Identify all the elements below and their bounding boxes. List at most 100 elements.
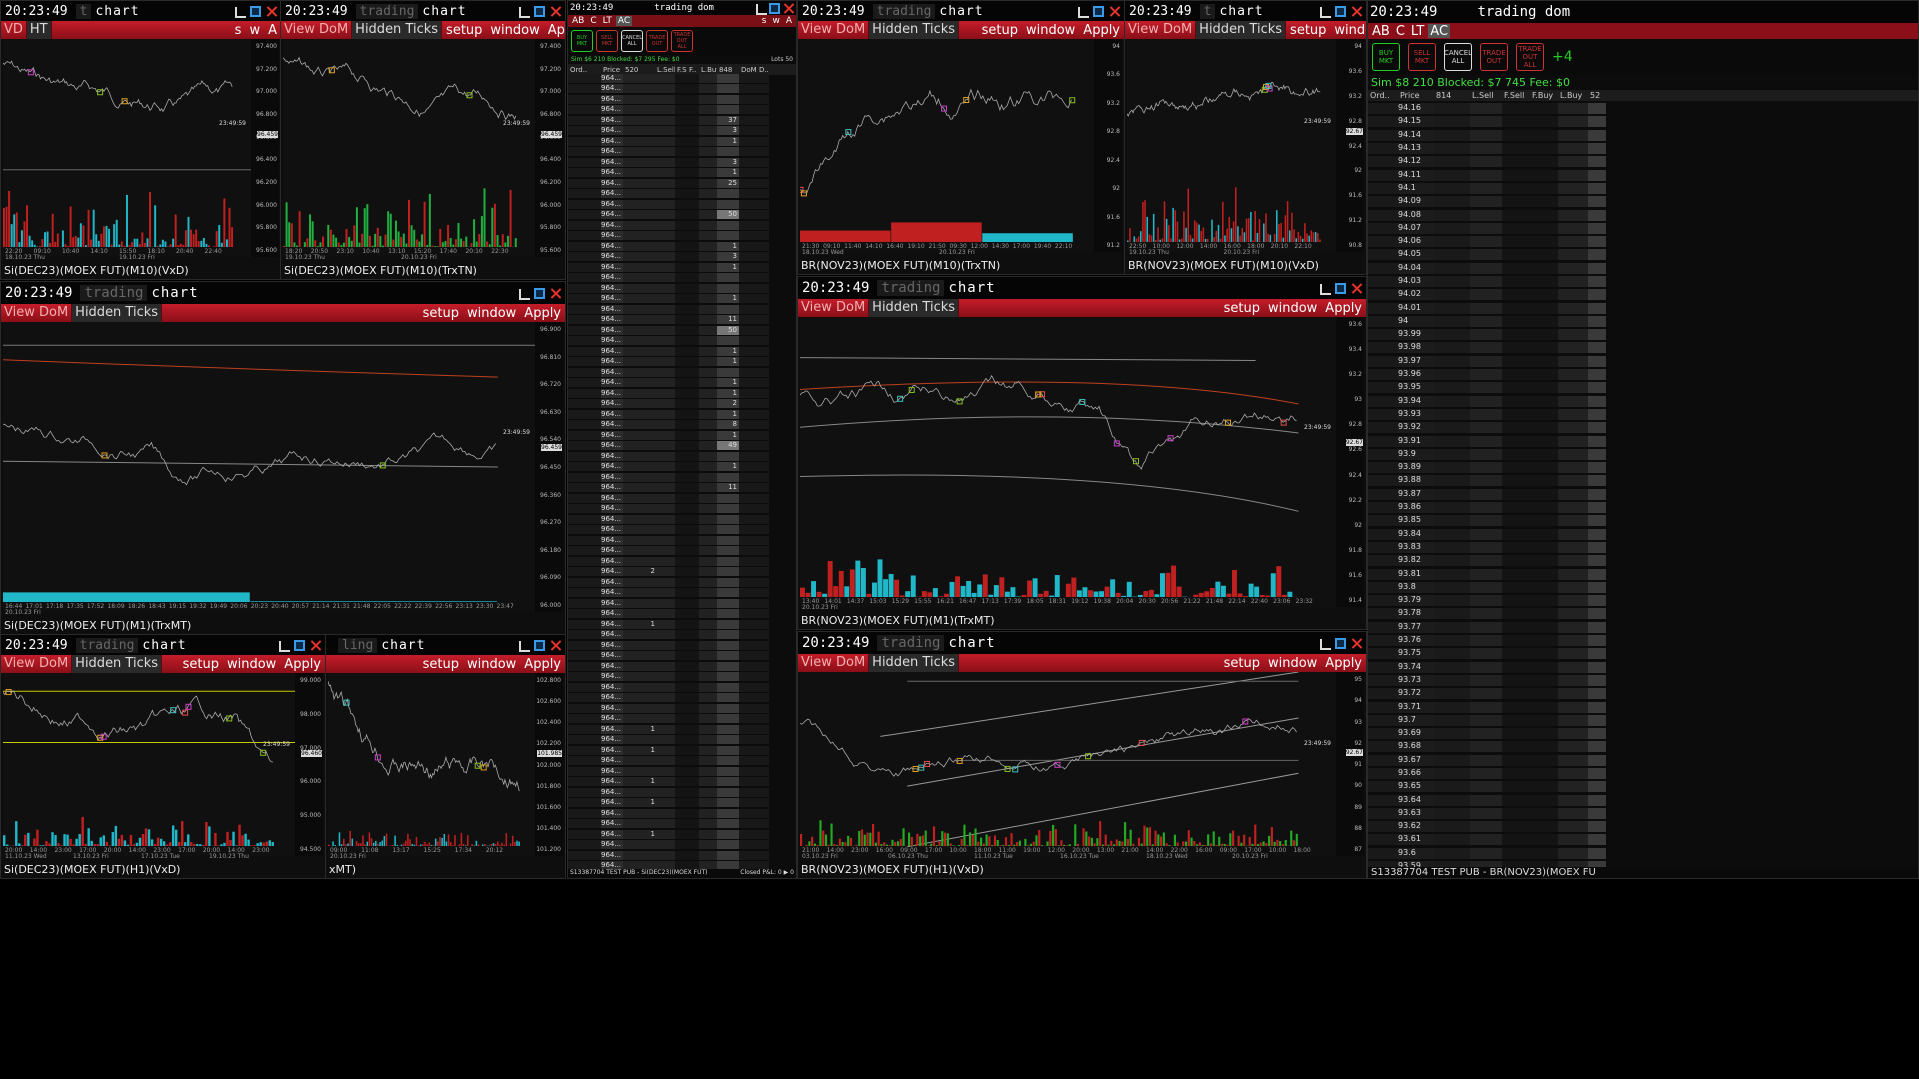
dom-cell-a[interactable] xyxy=(623,199,655,209)
dom-cell-bid[interactable] xyxy=(717,367,739,377)
dom-cell-bid[interactable]: 1 xyxy=(717,462,739,472)
dom-cell-pr[interactable]: 93.75 xyxy=(1398,648,1434,660)
toolbar-btn-hidden-ticks[interactable]: Hidden Ticks xyxy=(1196,21,1287,39)
dom-row[interactable]: 93.66 xyxy=(1368,767,1918,780)
dom-cell-pr[interactable]: 93.95 xyxy=(1398,382,1434,394)
dom-row[interactable]: 94.02 xyxy=(1368,288,1918,301)
dom-cell-a[interactable] xyxy=(623,840,655,850)
toolbar-btn-hidden-ticks[interactable]: Hidden Ticks xyxy=(72,655,163,673)
dom-cell-a[interactable] xyxy=(1434,315,1470,327)
sell-mkt-button[interactable]: SELL MKT xyxy=(596,30,618,52)
dom-row[interactable]: 93.76 xyxy=(1368,634,1918,647)
dom-row[interactable]: 93.99 xyxy=(1368,328,1918,341)
dom-cell-pr[interactable]: 964... xyxy=(601,682,623,692)
dom-cell-pr[interactable]: 93.72 xyxy=(1398,688,1434,700)
dom-cell-pr[interactable]: 93.78 xyxy=(1398,608,1434,620)
dom-cell-a[interactable] xyxy=(1434,767,1470,779)
dom-cell-a[interactable] xyxy=(1434,435,1470,447)
maximize-icon[interactable] xyxy=(250,5,261,17)
dom-cell-a[interactable] xyxy=(623,357,655,367)
dom-cell-pr[interactable]: 964... xyxy=(601,514,623,524)
dom-cell-a[interactable] xyxy=(1434,488,1470,500)
dom-cell-bid[interactable] xyxy=(717,472,739,482)
dom-cell-a[interactable] xyxy=(623,378,655,388)
toolbar-btn-apply[interactable]: Apply xyxy=(280,657,325,672)
dom-row[interactable]: 93.82 xyxy=(1368,554,1918,567)
dom-cell-a[interactable] xyxy=(1434,648,1470,660)
dom-cell-pr[interactable]: 93.64 xyxy=(1398,794,1434,806)
dom-cell-a[interactable] xyxy=(623,462,655,472)
price-axis[interactable]: 97.40097.20097.00096.80096.60096.40096.2… xyxy=(535,39,563,257)
dom-cell-pr[interactable]: 964... xyxy=(601,105,623,115)
dom-row[interactable]: 93.63 xyxy=(1368,807,1918,820)
dom-cell-pr[interactable]: 964... xyxy=(601,409,623,419)
dom-cell-bid[interactable]: 2 xyxy=(717,399,739,409)
dom-row[interactable]: 93.87 xyxy=(1368,488,1918,501)
dom-cell-pr[interactable]: 964... xyxy=(601,577,623,587)
dom-cell-a[interactable] xyxy=(623,640,655,650)
dom-row[interactable]: 94.04 xyxy=(1368,262,1918,275)
dom-row[interactable]: 964... xyxy=(568,84,796,95)
dom-cell-pr[interactable]: 964... xyxy=(601,399,623,409)
toolbar-btn-hidden-ticks[interactable]: Hidden Ticks xyxy=(869,654,960,672)
dom-row[interactable]: 964... xyxy=(568,147,796,158)
dom-cell-bid[interactable]: 1 xyxy=(717,409,739,419)
dom-cell-pr[interactable]: 94.03 xyxy=(1398,276,1434,287)
dom-cell-a[interactable] xyxy=(623,147,655,157)
toolbar-btn-setup[interactable]: setup xyxy=(1286,23,1330,38)
dom-cell-a[interactable] xyxy=(1434,129,1470,141)
minimize-icon[interactable] xyxy=(234,6,246,18)
dom-cell-a[interactable] xyxy=(1434,395,1470,407)
dom-cell-pr[interactable]: 964... xyxy=(601,325,623,335)
dom-cell-pr[interactable]: 93.88 xyxy=(1398,475,1434,487)
dom-row[interactable]: 94.15 xyxy=(1368,115,1918,128)
dom-cell-pr[interactable]: 964... xyxy=(601,766,623,776)
dom-row[interactable]: 964... xyxy=(568,514,796,525)
dom-cell-bid[interactable]: 50 xyxy=(717,210,739,220)
dom-cell-a[interactable]: 2 xyxy=(623,567,655,577)
dom-cell-a[interactable] xyxy=(1434,541,1470,553)
dom-cell-a[interactable] xyxy=(1434,289,1470,301)
dom-titlebar[interactable]: 20:23:49 trading dom xyxy=(568,1,796,15)
dom-row[interactable]: 964... xyxy=(568,304,796,315)
dom-cell-a[interactable]: 1 xyxy=(623,724,655,734)
dom-cell-a[interactable] xyxy=(1434,754,1470,766)
dom-cell-pr[interactable]: 964... xyxy=(601,462,623,472)
dom-cell-bid[interactable] xyxy=(717,619,739,629)
dom-cell-pr[interactable]: 94.04 xyxy=(1398,262,1434,274)
dom-row[interactable]: 93.73 xyxy=(1368,674,1918,687)
dom-row[interactable]: 93.93 xyxy=(1368,408,1918,421)
dom-cell-a[interactable] xyxy=(623,766,655,776)
toolbar-btn-apply[interactable]: Apply xyxy=(1079,23,1124,38)
tab-lt[interactable]: LT xyxy=(601,16,614,26)
dom-cell-pr[interactable]: 964... xyxy=(601,693,623,703)
dom-cell-a[interactable]: 1 xyxy=(623,745,655,755)
dom-cell-a[interactable] xyxy=(623,189,655,199)
dom-row[interactable]: 964... 1 xyxy=(568,798,796,809)
dom-row[interactable]: 964... xyxy=(568,535,796,546)
dom-row[interactable]: 93.61 xyxy=(1368,833,1918,846)
dom-row[interactable]: 93.95 xyxy=(1368,381,1918,394)
dom-cell-a[interactable] xyxy=(623,105,655,115)
toolbar-btn-apply[interactable]: Apply xyxy=(520,657,565,672)
maximize-icon[interactable] xyxy=(534,5,545,17)
dom-cell-pr[interactable]: 93.98 xyxy=(1398,342,1434,354)
dom-cell-a[interactable] xyxy=(1434,302,1470,314)
tab-s[interactable]: s xyxy=(760,16,769,26)
dom-cell-a[interactable] xyxy=(623,367,655,377)
minimize-icon[interactable] xyxy=(755,3,767,15)
buy-mkt-button[interactable]: BUY MKT xyxy=(1372,43,1400,71)
dom-cell-pr[interactable]: 964... xyxy=(601,210,623,220)
dom-cell-pr[interactable]: 964... xyxy=(601,136,623,146)
dom-cell-pr[interactable]: 964... xyxy=(601,94,623,104)
dom-cell-a[interactable] xyxy=(623,672,655,682)
dom-row[interactable]: 964... xyxy=(568,504,796,515)
dom-row[interactable]: 93.98 xyxy=(1368,341,1918,354)
price-axis[interactable]: 96.900 96.810 96.720 96.630 96.540 96.450 96.3… xyxy=(535,322,563,612)
dom-cell-pr[interactable]: 964... xyxy=(601,157,623,167)
dom-row[interactable]: 94.11 xyxy=(1368,168,1918,181)
dom-cell-a[interactable] xyxy=(1434,422,1470,434)
dom-cell-a[interactable] xyxy=(623,231,655,241)
dom-cell-a[interactable] xyxy=(1434,834,1470,846)
dom-cell-pr[interactable]: 964... xyxy=(601,346,623,356)
